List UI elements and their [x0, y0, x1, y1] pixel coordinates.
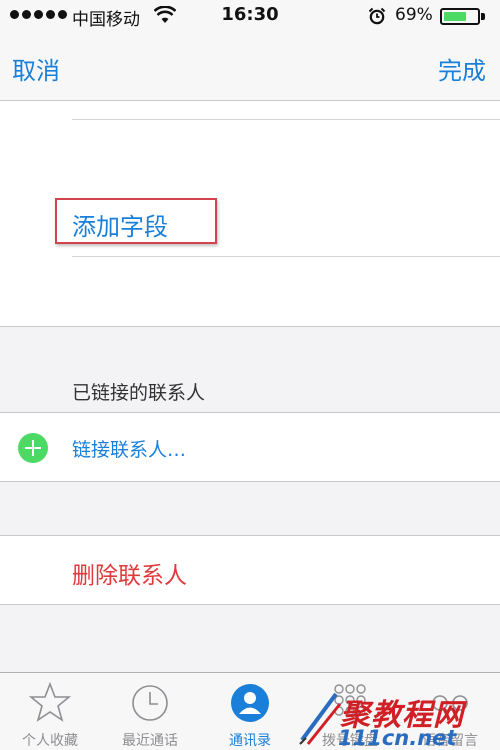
link-contact-button[interactable]: 链接联系人… — [72, 435, 186, 462]
battery-percentage: 69% — [395, 5, 433, 25]
star-icon — [29, 681, 71, 722]
alarm-icon — [368, 7, 386, 25]
navigation-bar: 取消 完成 — [0, 33, 500, 101]
tab-contacts[interactable]: 通讯录 — [200, 673, 300, 750]
tab-favorites[interactable]: 个人收藏 — [0, 673, 100, 750]
field-separator — [72, 256, 500, 257]
site-watermark: 聚教程网 111cn.net — [298, 682, 500, 750]
status-bar: 中国移动 16:30 69% — [0, 0, 500, 33]
watermark-url: 111cn.net — [338, 726, 457, 750]
tab-label: 通讯录 — [229, 733, 271, 749]
linked-contacts-header: 已链接的联系人 — [72, 382, 206, 404]
tab-recents[interactable]: 最近通话 — [100, 673, 200, 750]
add-icon[interactable] — [18, 433, 48, 463]
cancel-button[interactable]: 取消 — [12, 51, 60, 86]
done-button[interactable]: 完成 — [438, 51, 486, 86]
contacts-icon — [231, 684, 269, 722]
clock-icon — [132, 685, 168, 721]
add-field-button[interactable]: 添加字段 — [72, 207, 168, 242]
pen-logo-icon — [299, 692, 342, 745]
delete-contact-button[interactable]: 删除联系人 — [72, 556, 187, 590]
tab-label: 个人收藏 — [22, 733, 78, 749]
add-field-highlight-box[interactable]: 添加字段 — [55, 198, 217, 244]
link-contact-row[interactable]: 链接联系人… — [0, 412, 500, 482]
tab-label: 最近通话 — [122, 733, 178, 749]
battery-tip — [481, 13, 485, 20]
battery-icon — [440, 8, 480, 25]
delete-contact-row[interactable]: 删除联系人 — [0, 535, 500, 605]
field-separator — [72, 119, 500, 120]
